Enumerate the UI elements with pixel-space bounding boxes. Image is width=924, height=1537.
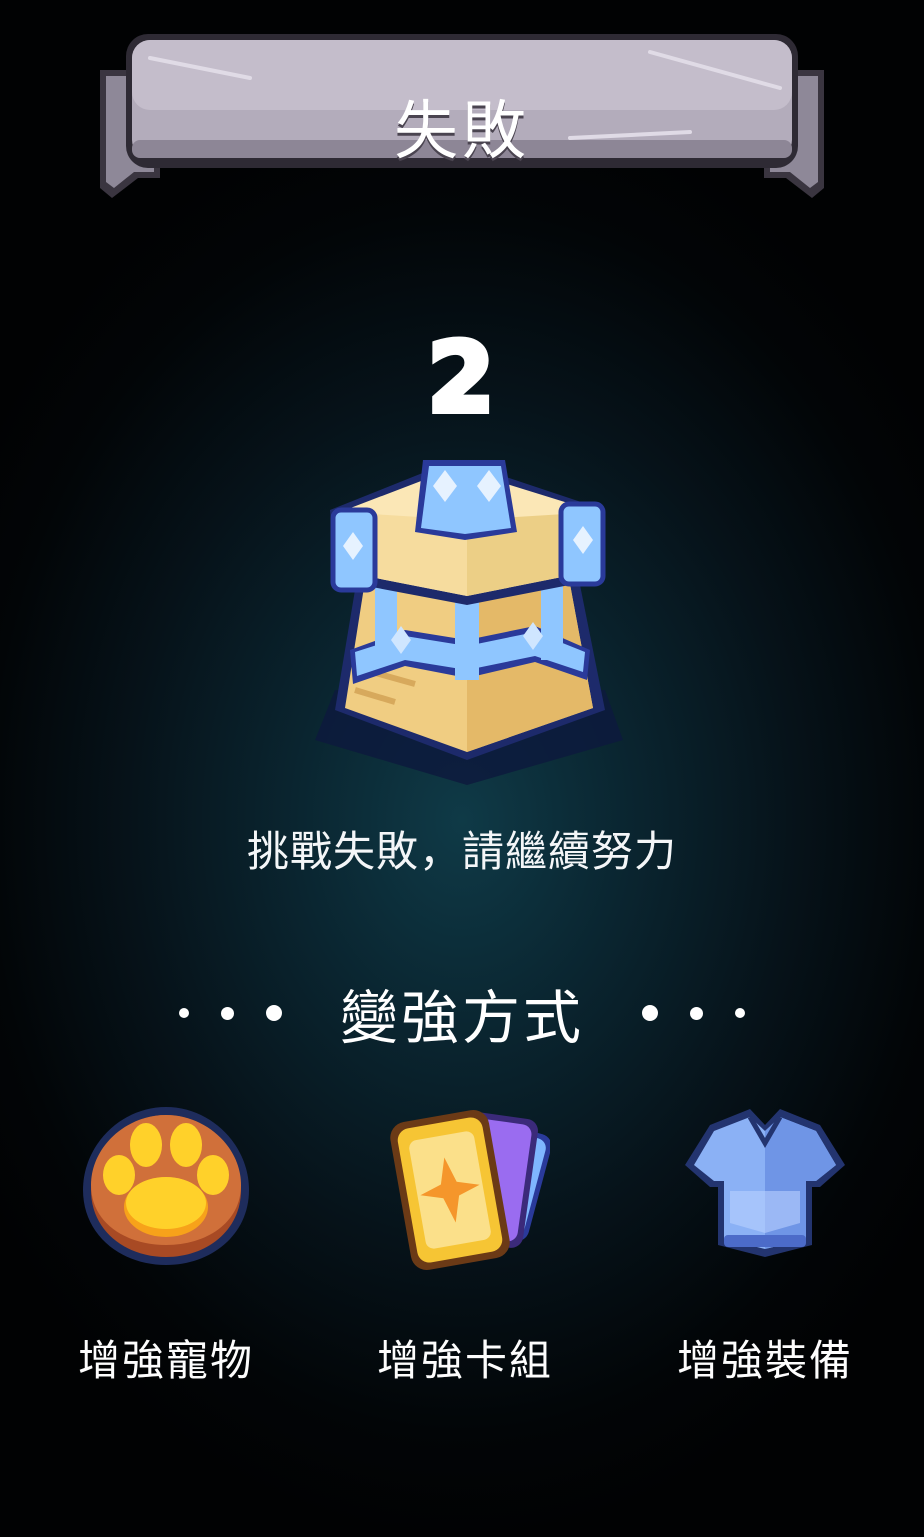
improve-equipment-label: 增強裝備 (676, 1336, 853, 1385)
dot-icon (265, 1005, 282, 1021)
page-title: 失敗 (394, 95, 530, 169)
improve-pet-button[interactable]: 增強寵物 (51, 1095, 281, 1405)
dots-right (626, 1005, 761, 1021)
improve-deck-button[interactable]: 增強卡組 (350, 1095, 580, 1405)
dot-icon (642, 1005, 658, 1021)
dot-icon (178, 1008, 189, 1018)
improve-equipment-button[interactable]: 增強裝備 (650, 1095, 880, 1405)
dot-icon (735, 1008, 745, 1018)
dot-icon (690, 1006, 703, 1020)
paw-icon (83, 1107, 249, 1265)
header-banner: 失敗 (90, 28, 834, 208)
dots-left (163, 1005, 298, 1021)
level-number: 2 (425, 319, 498, 437)
armor-icon (685, 1109, 845, 1257)
improve-deck-label: 增強卡組 (376, 1336, 553, 1385)
section-header: 變強方式 (0, 978, 924, 1052)
tower-icon (315, 460, 623, 785)
cards-icon (390, 1109, 550, 1271)
section-title: 變強方式 (339, 984, 584, 1052)
improve-pet-label: 增強寵物 (77, 1336, 254, 1385)
result-message: 挑戰失敗，請繼續努力 (246, 827, 677, 876)
dot-icon (220, 1006, 234, 1020)
